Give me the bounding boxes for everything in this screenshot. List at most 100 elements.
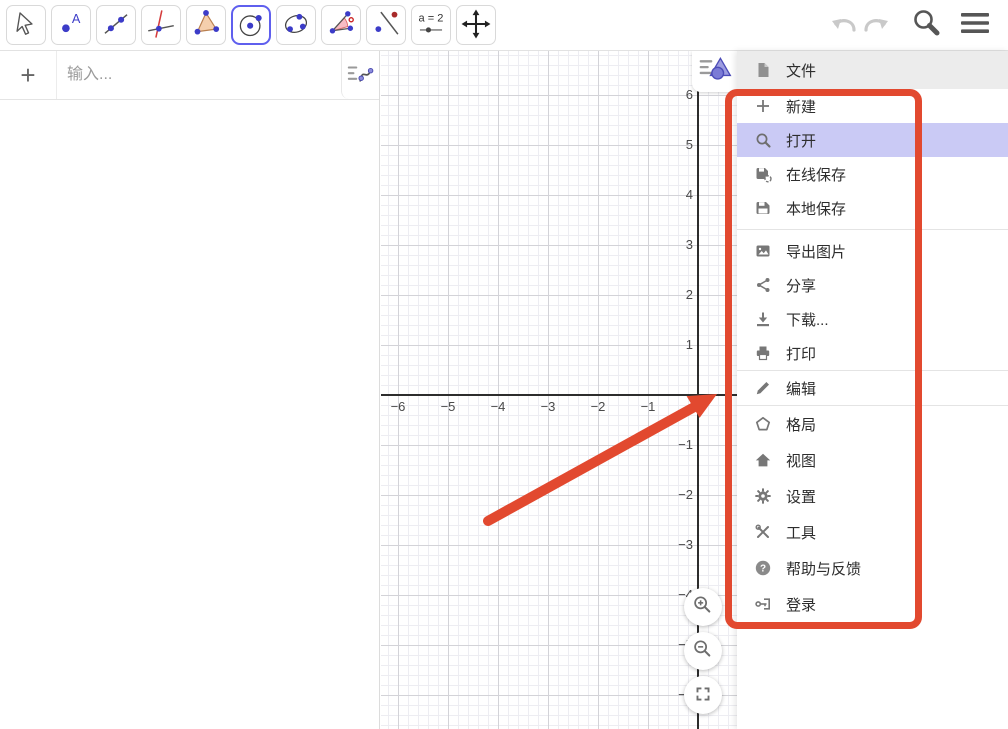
circle-tool-button[interactable] xyxy=(231,5,271,45)
tools-icon xyxy=(754,523,772,541)
image-icon xyxy=(754,242,772,260)
algebra-panel: + xyxy=(0,51,380,729)
input-help-button[interactable] xyxy=(341,51,379,99)
graphics-settings-button[interactable] xyxy=(692,51,737,92)
algebra-input[interactable] xyxy=(57,51,341,99)
login-icon xyxy=(754,595,772,613)
menu-item-layout[interactable]: 格局 xyxy=(737,406,1008,442)
redo-icon xyxy=(861,10,891,41)
plus-icon xyxy=(754,97,772,115)
home-icon xyxy=(754,451,772,469)
graphics-view[interactable]: −6 −5 −4 −3 −2 −1 6 5 4 3 2 1 −1 −2 −3 −… xyxy=(381,51,737,729)
x-tick-label: −1 xyxy=(633,399,663,414)
search-button[interactable] xyxy=(908,0,944,51)
menu-header-file[interactable]: 文件 xyxy=(737,51,1008,89)
download-icon xyxy=(754,310,772,328)
menu-item-save-local[interactable]: 本地保存 xyxy=(737,191,1008,225)
zoom-out-button[interactable] xyxy=(684,632,722,670)
pentagon-icon xyxy=(754,415,772,433)
redo-button[interactable] xyxy=(860,0,892,51)
graphics-settings-icon xyxy=(695,52,735,91)
polygon-tool-button[interactable] xyxy=(186,5,226,45)
hamburger-menu-icon xyxy=(958,10,992,41)
move-graphics-tool-icon xyxy=(459,7,493,44)
perpendicular-line-tool-icon xyxy=(144,7,178,44)
zoom-out-icon xyxy=(688,635,718,668)
slider-tool-button[interactable]: a = 2 xyxy=(411,5,451,45)
menu-item-edit[interactable]: 编辑 xyxy=(737,371,1008,405)
svg-text:A: A xyxy=(72,11,81,26)
algebra-input-row: + xyxy=(0,51,379,100)
zoom-in-icon xyxy=(688,591,718,624)
main-menu-button[interactable] xyxy=(956,0,994,51)
add-expression-button[interactable]: + xyxy=(0,51,57,99)
function-list-icon xyxy=(345,58,377,93)
y-tick-label: 5 xyxy=(663,137,693,152)
y-tick-label: 2 xyxy=(663,287,693,302)
slider-tool-icon: a = 2 xyxy=(414,7,448,44)
svg-text:a = 2: a = 2 xyxy=(419,12,444,24)
x-tick-label: −4 xyxy=(483,399,513,414)
x-tick-label: −2 xyxy=(583,399,613,414)
reflect-tool-button[interactable] xyxy=(366,5,406,45)
y-tick-label: 1 xyxy=(663,337,693,352)
menu-item-help-feedback[interactable]: ? 帮助与反馈 xyxy=(737,550,1008,586)
move-graphics-tool-button[interactable] xyxy=(456,5,496,45)
cursor-tool-icon xyxy=(9,7,43,44)
y-tick-label: −3 xyxy=(663,537,693,552)
menu-item-sign-in[interactable]: 登录 xyxy=(737,586,1008,622)
reflect-tool-icon xyxy=(369,7,403,44)
fullscreen-icon xyxy=(688,679,718,712)
x-tick-label: −3 xyxy=(533,399,563,414)
x-axis xyxy=(381,394,737,396)
plus-icon: + xyxy=(20,62,35,88)
line-tool-button[interactable] xyxy=(96,5,136,45)
menu-item-new[interactable]: 新建 xyxy=(737,89,1008,123)
svg-text:?: ? xyxy=(760,564,766,575)
line-tool-icon xyxy=(99,7,133,44)
share-icon xyxy=(754,276,772,294)
angle-tool-icon xyxy=(324,7,358,44)
undo-button[interactable] xyxy=(828,0,860,51)
y-tick-label: −2 xyxy=(663,487,693,502)
zoom-in-button[interactable] xyxy=(684,588,722,626)
save-online-icon xyxy=(754,165,772,183)
file-menu-panel: 文件 新建 打开 在线保存 本地保存 导出图片 分享 xyxy=(737,51,1008,729)
menu-divider xyxy=(737,229,1008,230)
menu-item-settings[interactable]: 设置 xyxy=(737,478,1008,514)
menu-item-download[interactable]: 下载... xyxy=(737,302,1008,336)
menu-item-print[interactable]: 打印 xyxy=(737,336,1008,370)
point-tool-icon: A xyxy=(54,7,88,44)
conic-tool-icon xyxy=(279,7,313,44)
undo-icon xyxy=(829,10,859,41)
gear-icon xyxy=(754,487,772,505)
menu-item-tools[interactable]: 工具 xyxy=(737,514,1008,550)
point-tool-button[interactable]: A xyxy=(51,5,91,45)
menu-item-share[interactable]: 分享 xyxy=(737,268,1008,302)
polygon-tool-icon xyxy=(189,7,223,44)
tool-strip: A xyxy=(6,5,496,45)
perpendicular-line-tool-button[interactable] xyxy=(141,5,181,45)
conic-tool-button[interactable] xyxy=(276,5,316,45)
print-icon xyxy=(754,344,772,362)
menu-item-open[interactable]: 打开 xyxy=(737,123,1008,157)
menu-header-label: 文件 xyxy=(786,60,816,81)
x-tick-label: −6 xyxy=(383,399,413,414)
circle-tool-icon xyxy=(234,7,268,44)
search-icon xyxy=(910,7,942,44)
y-tick-label: 6 xyxy=(663,87,693,102)
x-tick-label: −5 xyxy=(433,399,463,414)
y-tick-label: 3 xyxy=(663,237,693,252)
angle-tool-button[interactable] xyxy=(321,5,361,45)
menu-item-view[interactable]: 视图 xyxy=(737,442,1008,478)
y-axis xyxy=(697,51,699,729)
menu-item-export-image[interactable]: 导出图片 xyxy=(737,234,1008,268)
y-tick-label: −1 xyxy=(663,437,693,452)
menu-item-save-online[interactable]: 在线保存 xyxy=(737,157,1008,191)
file-icon xyxy=(754,61,772,79)
help-icon: ? xyxy=(754,559,772,577)
fullscreen-button[interactable] xyxy=(684,676,722,714)
search-icon xyxy=(754,131,772,149)
top-toolbar: A xyxy=(0,0,1008,51)
move-tool-button[interactable] xyxy=(6,5,46,45)
